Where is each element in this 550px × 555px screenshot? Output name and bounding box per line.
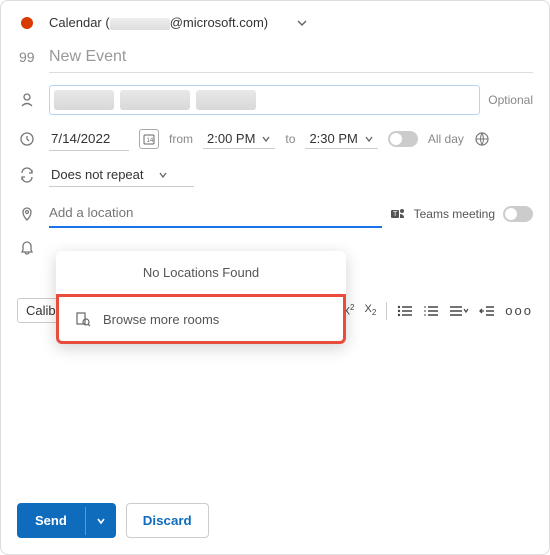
location-suggestions-popup: No Locations Found Browse more rooms: [56, 251, 346, 344]
attendee-pill[interactable]: [196, 90, 256, 110]
bell-icon: [17, 240, 37, 256]
more-format-button[interactable]: ooo: [505, 303, 533, 318]
browse-rooms-icon: [75, 311, 91, 327]
repeat-icon: [17, 167, 37, 183]
optional-link[interactable]: Optional: [488, 93, 533, 107]
teams-label: Teams meeting: [414, 207, 495, 221]
from-label: from: [169, 132, 193, 146]
number-list-button[interactable]: [423, 304, 439, 318]
align-button[interactable]: [449, 304, 469, 318]
allday-label: All day: [428, 132, 464, 146]
outdent-button[interactable]: [479, 304, 495, 318]
allday-toggle[interactable]: [388, 131, 418, 147]
quote-icon: 99: [17, 50, 37, 66]
calendar-color-dot: [21, 17, 33, 29]
browse-rooms-button[interactable]: Browse more rooms: [56, 294, 346, 344]
svg-text:99: 99: [19, 50, 35, 65]
location-icon: [17, 206, 37, 222]
start-time-select[interactable]: 2:00 PM: [203, 129, 275, 149]
repeat-select[interactable]: Does not repeat: [49, 163, 194, 187]
svg-text:14: 14: [147, 138, 154, 144]
bullet-list-button[interactable]: [397, 304, 413, 318]
svg-text:T: T: [393, 211, 398, 218]
send-split-chevron-icon[interactable]: [85, 507, 116, 535]
person-icon: [17, 92, 37, 108]
date-picker-button[interactable]: 14: [139, 129, 159, 149]
popup-header: No Locations Found: [56, 251, 346, 294]
location-input[interactable]: [49, 199, 382, 228]
send-button[interactable]: Send: [17, 503, 116, 538]
teams-toggle[interactable]: [503, 206, 533, 222]
timezone-icon[interactable]: [474, 131, 490, 147]
attendee-input[interactable]: [49, 85, 480, 115]
end-time-select[interactable]: 2:30 PM: [305, 129, 377, 149]
attendee-pill[interactable]: [54, 90, 114, 110]
teams-icon: T: [390, 206, 406, 222]
discard-button[interactable]: Discard: [126, 503, 209, 538]
calendar-name: Calendar (@microsoft.com): [49, 15, 268, 30]
subscript-button[interactable]: X2: [365, 303, 377, 317]
clock-icon: [17, 131, 37, 147]
calendar-chevron-icon[interactable]: [296, 17, 308, 29]
event-title-input[interactable]: [49, 42, 533, 73]
attendee-pill[interactable]: [120, 90, 190, 110]
to-label: to: [285, 132, 295, 146]
date-input[interactable]: [49, 127, 129, 151]
